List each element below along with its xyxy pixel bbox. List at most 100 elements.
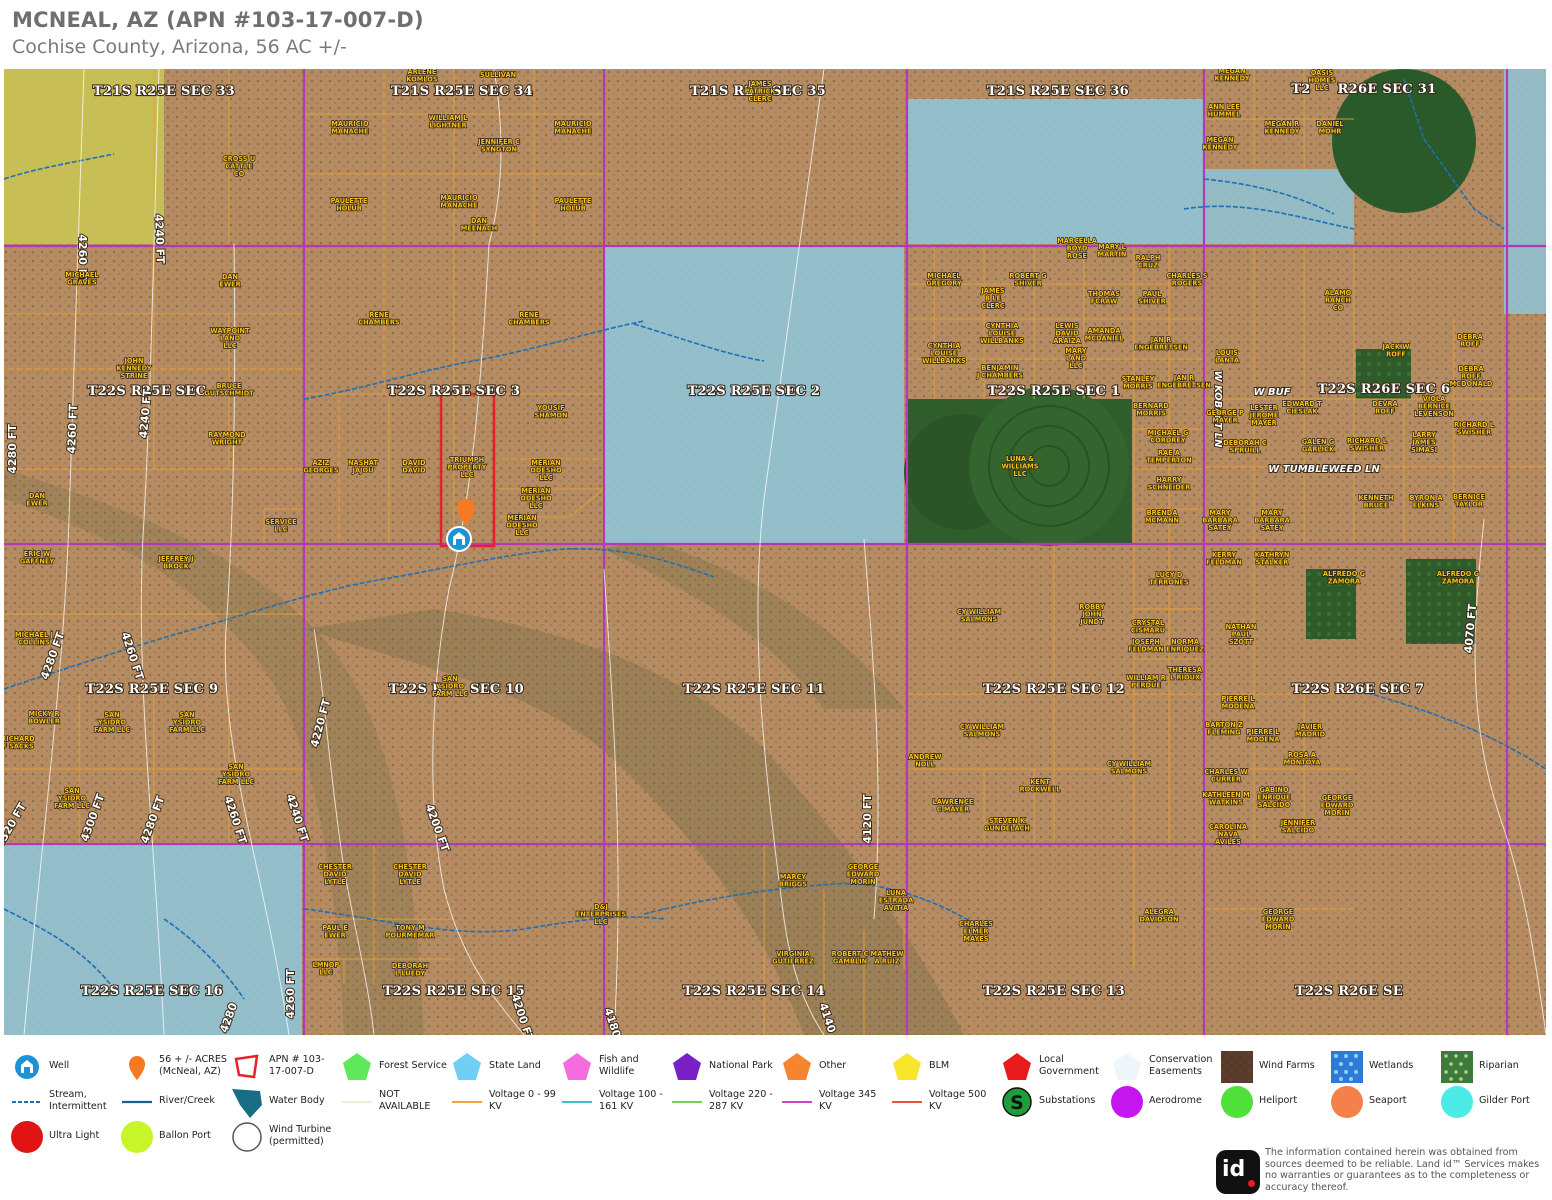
owner-label[interactable]: MEGAN KENNEDY — [1214, 69, 1251, 83]
owner-label[interactable]: MATHEW A RUIZ — [870, 949, 905, 966]
owner-label[interactable]: ARLENE KOMLOS — [406, 69, 439, 84]
well-icon[interactable] — [446, 526, 472, 552]
owner-label[interactable]: THOMAS FCRAW — [1087, 289, 1121, 306]
owner-label[interactable]: CRYSTAL CISMARU — [1130, 618, 1166, 635]
legend-label: NOT AVAILABLE — [379, 1089, 431, 1112]
owner-label[interactable]: STEVEN K GUNDELACH — [983, 816, 1030, 833]
owner-label[interactable]: DAN EWER — [26, 491, 49, 508]
owner-label[interactable]: CHARLES ELMER MAYES — [958, 919, 994, 943]
owner-label[interactable]: DAN EWER — [219, 272, 242, 289]
owner-label[interactable]: WILLIAM R PERDUE — [1125, 673, 1166, 690]
section-label: SEC 35 — [772, 84, 826, 99]
owner-label[interactable]: DEBORAH L LUEDY — [391, 961, 429, 978]
svg-text:S: S — [1010, 1092, 1024, 1114]
owner-label[interactable]: DANIEL MOHR — [1316, 119, 1345, 136]
owner-label[interactable]: WILLIAM L LIGHTNER — [428, 113, 469, 130]
owner-label[interactable]: MICKY R BOWLER — [27, 709, 60, 726]
owner-label[interactable]: MICHAEL GREGORY — [926, 271, 963, 288]
legend-item-voltage-100-161: Voltage 100 - 161 KV — [556, 1083, 666, 1119]
voltage-500-icon — [892, 1101, 922, 1103]
section-label: T22S R25E SEC 16 — [81, 984, 223, 999]
legend-label: Fish and Wildlife — [599, 1054, 639, 1077]
owner-label[interactable]: KATHLEEN M WATKINS — [1202, 790, 1251, 807]
owner-label[interactable]: LARRY JAMES SIMASI — [1410, 430, 1437, 454]
map-legend: Well 56 + /- ACRES (McNeal, AZ) APN # 10… — [0, 1040, 1552, 1160]
owner-label[interactable]: VIRGINIA GUTIERREZ — [771, 949, 814, 966]
owner-label[interactable]: LOUIS LANTA — [1214, 348, 1240, 365]
owner-label[interactable]: KATHRYN STALKER — [1254, 550, 1290, 567]
owner-label[interactable]: MICHAEL J COLLINS — [14, 630, 53, 647]
owner-label[interactable]: DEVRA ROFF — [1372, 399, 1400, 416]
owner-label[interactable]: BERNICE TAYLOR — [1452, 492, 1486, 509]
section-label: T22S R26E SEC 7 — [1292, 682, 1425, 697]
owner-label[interactable]: GALEN G GARLICK — [1301, 437, 1336, 454]
owner-label[interactable]: GEORGE EDWARD MORIN — [1261, 907, 1296, 931]
owner-label[interactable]: MICHAEL G CORDREY — [1147, 428, 1189, 445]
owner-label[interactable]: SULLIVAN — [479, 70, 517, 79]
owner-label[interactable]: ROBERT C GAMBLIN — [831, 949, 869, 966]
owner-label[interactable]: PIERRE L MODENA — [1221, 694, 1256, 711]
owner-label[interactable]: JENNIFER C SYNGTON — [476, 137, 520, 154]
owner-label[interactable]: THERESA L RIOUX — [1167, 665, 1203, 682]
owner-label[interactable]: MAURICIO MANACHE — [554, 119, 593, 136]
section-label: T22S R26E SE — [1295, 984, 1403, 999]
owner-label[interactable]: RICHARD L SWISHER — [1453, 420, 1495, 437]
owner-label[interactable]: NORMA ENRIQUEZ — [1165, 637, 1204, 654]
owner-label[interactable]: YOUSIF SHAMON — [534, 403, 568, 420]
owner-label[interactable]: MEGAN KENNEDY — [1202, 135, 1239, 152]
section-label: T22S R25E SEC 14 — [683, 984, 825, 999]
owner-label[interactable]: ROBERT G SHIVER — [1009, 271, 1048, 288]
map-canvas[interactable]: T21S R25E SEC 33 T21S R25E SEC 34 T21S R2 S… — [4, 69, 1546, 1035]
owner-label[interactable]: EDWARD T CIESLAK — [1282, 399, 1323, 416]
owner-label[interactable]: DEBRA ROFF — [1457, 332, 1484, 349]
owner-label[interactable]: CHARLES S ROGERS — [1166, 271, 1209, 288]
owner-label[interactable]: JAVIER MADRID — [1294, 722, 1326, 739]
owner-label[interactable]: CY WILLIAM SALMONS — [959, 722, 1005, 739]
owner-label[interactable]: ANN LEE HUMMEL — [1207, 102, 1242, 119]
owner-label[interactable]: LAWRENCE C MAYER — [932, 797, 975, 814]
owner-label[interactable]: ERIC W GAFFNEY — [19, 549, 55, 566]
owner-label[interactable]: ALFREDO G ZAMORA — [1436, 569, 1480, 586]
owner-label[interactable]: ROBBY JOHN JUNDT — [1079, 602, 1106, 626]
owner-label[interactable]: STANLEY MORRIS — [1121, 374, 1155, 391]
owner-label[interactable]: BRENDA MCMANN — [1144, 508, 1180, 525]
owner-label[interactable]: RICHARD L SWISHER — [1346, 436, 1388, 453]
owner-label[interactable]: MAURICIO MANACHE — [440, 193, 479, 210]
owner-label[interactable]: PIERRE L MODENA — [1246, 727, 1281, 744]
substation-icon: S — [1002, 1087, 1032, 1117]
owner-label[interactable]: LEWIS DAVID ARAIZA — [1052, 321, 1082, 345]
owner-label[interactable]: KENNETH BRUCE — [1358, 493, 1395, 510]
owner-label[interactable]: CY WILLIAM SALMONS — [956, 607, 1002, 624]
owner-label[interactable]: JEFFREY J BROCK — [157, 554, 194, 571]
map-header: MCNEAL, AZ (APN #103-17-007-D) Cochise C… — [12, 6, 424, 60]
owner-label[interactable]: GEORGE EDWARD MORIN — [846, 862, 881, 886]
owner-label[interactable]: ALEGRA DAVIDSON — [1139, 907, 1179, 924]
owner-label[interactable]: JOSEPH FELDMAN — [1127, 637, 1164, 654]
owner-label[interactable]: BERNARD MORRIS — [1132, 401, 1170, 418]
owner-label[interactable]: GABINO ENRIQUE SALCIDO — [1257, 785, 1292, 809]
owner-label[interactable]: BYRON A ELKINS — [1409, 493, 1444, 510]
owner-label[interactable]: DAVID DAVID — [402, 458, 427, 475]
owner-label[interactable]: MEGAN R KENNEDY — [1264, 119, 1301, 136]
owner-label[interactable]: PAUL E EWER — [322, 923, 349, 940]
owner-label[interactable]: ROSA A MONTOYA — [1283, 750, 1322, 767]
legend-item-substations: S Substations — [996, 1083, 1106, 1119]
owner-label[interactable]: GEORGE EDWARD MORIN — [1320, 793, 1355, 817]
owner-label[interactable]: CY WILLIAM SALMONS — [1106, 759, 1152, 776]
owner-label[interactable]: MARCY BRIGGS — [778, 872, 808, 889]
owner-label[interactable]: LESTER JEROME MAYER — [1248, 403, 1280, 427]
owner-label[interactable]: BENJAMIN J CHAMBERS — [975, 363, 1024, 380]
owner-label[interactable]: RICHARD F SACKS — [4, 734, 36, 751]
owner-label[interactable]: JENNIFER SALCIDO — [1279, 818, 1316, 835]
owner-label[interactable]: JAMES PATRICK CLERC — [744, 79, 777, 103]
owner-label[interactable]: ALFREDO G ZAMORA — [1322, 569, 1366, 586]
owner-label[interactable]: BARTON Z FLEMING — [1204, 720, 1243, 737]
owner-label[interactable]: MAURICIO MANACHE — [331, 119, 370, 136]
owner-label[interactable]: MICHAEL GRAVES — [65, 270, 100, 287]
owner-label[interactable]: RAYMOND WRIGHT — [208, 430, 247, 447]
owner-label[interactable]: RALPH CRUZ — [1135, 253, 1161, 270]
owner-label[interactable]: DEBORAH C SPRUILL — [1223, 438, 1268, 455]
owner-label[interactable]: AMANDA MCDANIEL — [1084, 326, 1125, 343]
map-svg: T21S R25E SEC 33 T21S R25E SEC 34 T21S R2 S… — [4, 69, 1546, 1035]
owner-label[interactable]: MARY L MARTIN — [1097, 242, 1127, 259]
